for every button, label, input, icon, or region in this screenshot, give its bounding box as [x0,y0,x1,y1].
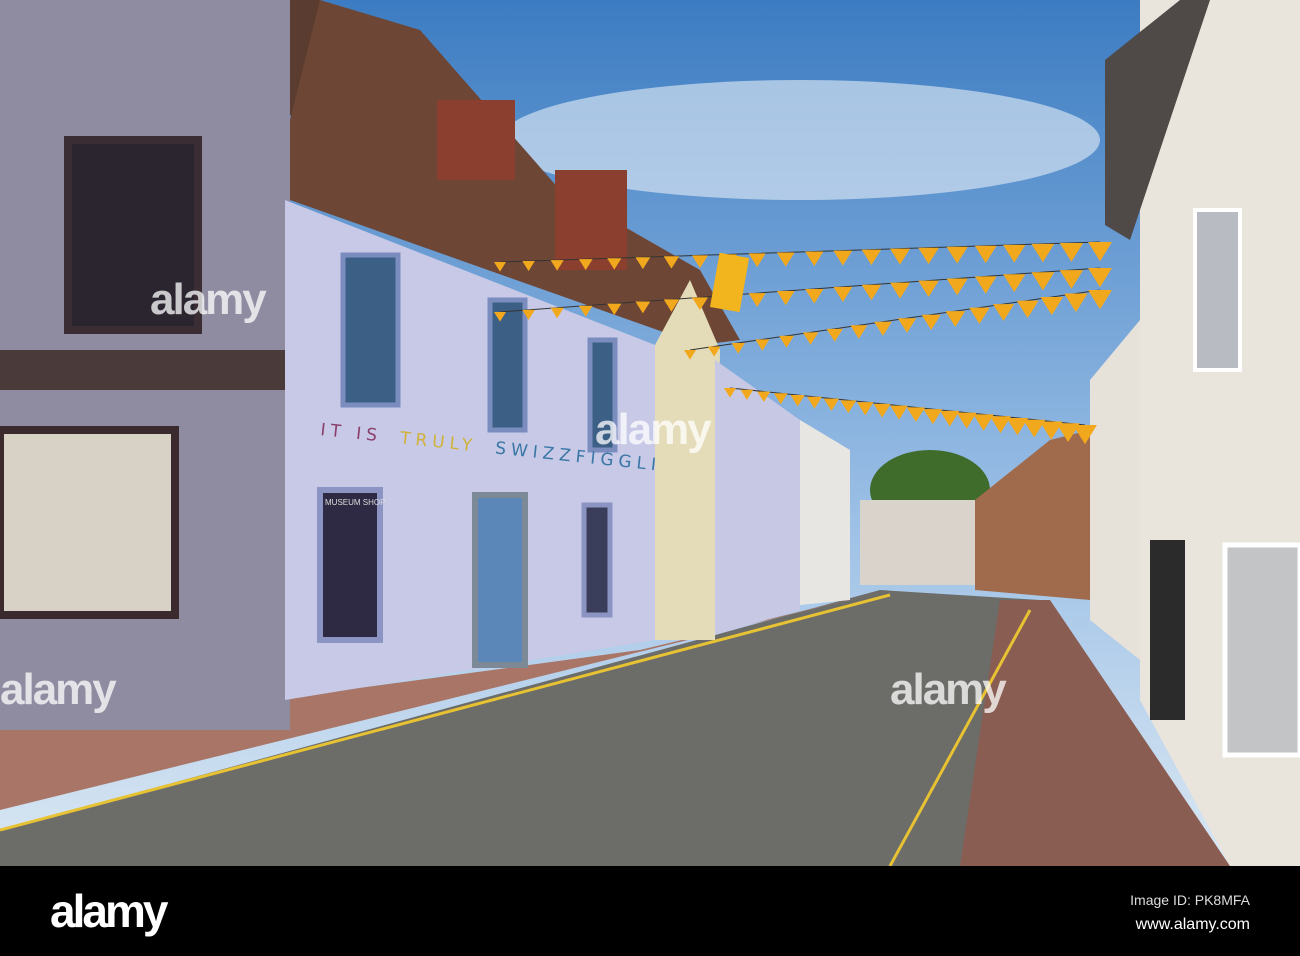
shop-window [317,487,383,643]
watermark: alamy [595,405,712,454]
cream-house [655,280,720,640]
white-terrace [1090,320,1140,660]
image-id: Image ID: PK8MFA [1130,892,1250,908]
watermark: alamy [0,665,117,714]
window [0,426,179,619]
alamy-logo: alamy [50,885,168,937]
shop-sign: MUSEUM SHOP [325,498,385,507]
beam [0,350,290,390]
chimney [555,170,627,270]
site-url[interactable]: www.alamy.com [1136,916,1250,934]
window [1193,208,1242,372]
footer-bar: alamy Image ID: PK8MFA www.alamy.com [0,866,1300,956]
white-house [800,420,850,605]
chimney [437,100,515,180]
watermark: alamy [150,275,267,324]
window [340,252,401,408]
window [487,297,528,433]
window [1222,542,1300,758]
watermark: alamy [890,665,1007,714]
distant-houses [860,500,980,585]
door [472,492,528,668]
railings [1150,540,1185,720]
window [581,502,613,618]
